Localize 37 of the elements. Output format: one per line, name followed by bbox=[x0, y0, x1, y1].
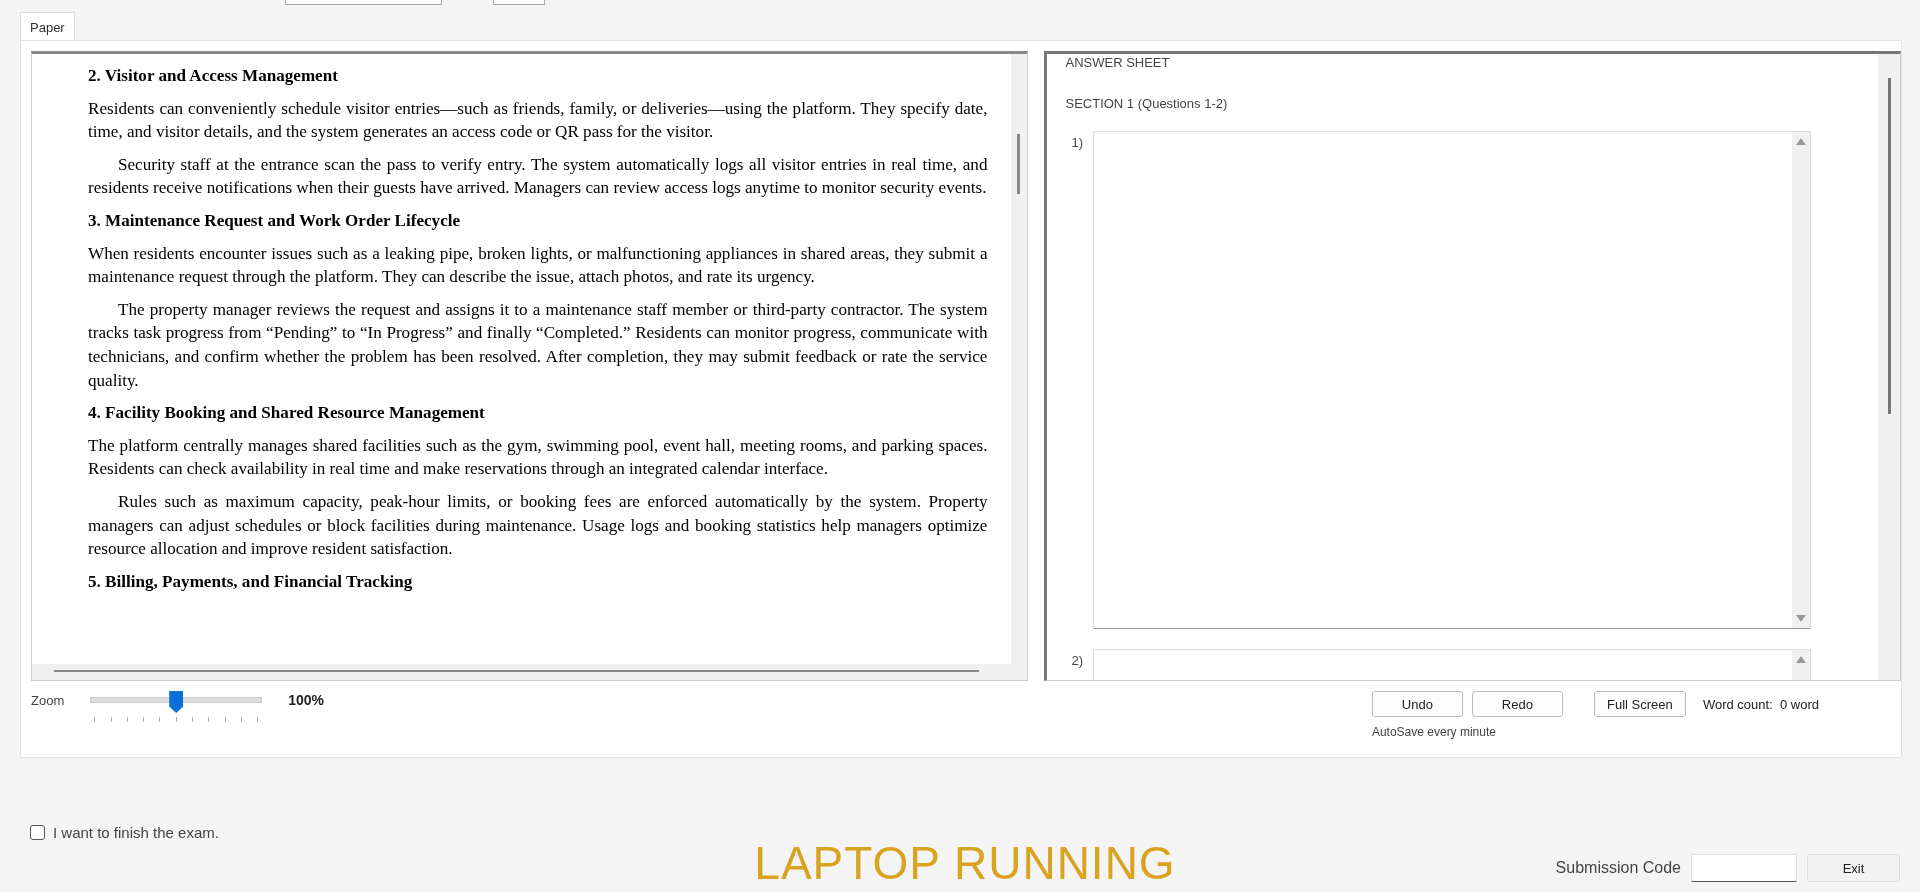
exit-button[interactable]: Exit bbox=[1807, 854, 1900, 882]
autosave-note: AutoSave every minute bbox=[1371, 725, 1497, 739]
answer-sheet-title: ANSWER SHEET bbox=[1065, 55, 1171, 70]
zoom-label: Zoom bbox=[31, 693, 65, 708]
zoom-value: 100% bbox=[288, 692, 325, 708]
question-number: 1) bbox=[1071, 134, 1085, 152]
paragraph: Residents can conveniently schedule visitor entries—such as friends, family, or deliveries—using the platform. They specify date, time, and visitor details, and the system generates an access code or QR pass for the visitor. bbox=[88, 97, 988, 144]
scroll-thumb[interactable] bbox=[1017, 134, 1021, 194]
section-heading: 4. Facility Booking and Shared Resource Management bbox=[88, 402, 486, 425]
section-title: SECTION 1 (Questions 1-2) bbox=[1065, 96, 1229, 111]
word-count: Word count: 0 word bbox=[1702, 696, 1819, 712]
scroll-up-icon[interactable] bbox=[1796, 656, 1807, 663]
horizontal-scrollbar[interactable] bbox=[54, 670, 980, 672]
answer-box[interactable] bbox=[1093, 649, 1812, 680]
slider-thumb[interactable] bbox=[169, 691, 184, 713]
checkbox-label: I want to finish the exam. bbox=[53, 824, 219, 841]
scroll-thumb[interactable] bbox=[1888, 78, 1891, 414]
editor-button[interactable]: Full Screen bbox=[1593, 691, 1686, 717]
section-heading: 5. Billing, Payments, and Financial Tracking bbox=[88, 570, 414, 593]
section-heading: 3. Maintenance Request and Work Order Lifecycle bbox=[88, 209, 462, 232]
paragraph: When residents encounter issues such as a leaking pipe, broken lights, or malfunctioning appliances in shared areas, they submit a maintenance request through the platform. They can describe the issue, attach photos, and rate its urgency. bbox=[88, 242, 988, 289]
scroll-down-icon[interactable] bbox=[1796, 615, 1807, 622]
paragraph: Security staff at the entrance scan the pass to verify entry. The system automatically logs all visitor entries in real time, and residents receive notifications when their guests have arrived. Managers can review access logs anytime to monitor security events. bbox=[88, 153, 988, 200]
submission-code-label: Submission Code bbox=[1555, 859, 1681, 877]
submission-code-field[interactable] bbox=[1691, 854, 1797, 882]
finish-checkbox[interactable] bbox=[30, 825, 45, 840]
editor-button[interactable]: Redo bbox=[1471, 691, 1563, 717]
editor-button[interactable]: Undo bbox=[1371, 691, 1463, 717]
paragraph: Rules such as maximum capacity, peak-hour limits, or booking fees are enforced automatically by the system. Property managers can adjust schedules or block facilities during maintenance. Usage logs and booking statistics help managers optimize resource allocation and improve resident satisfaction. bbox=[88, 490, 988, 561]
paragraph: The platform centrally manages shared facilities such as the gym, swimming pool, event hall, meeting rooms, and parking spaces. Residents can check availability in real time and make reservations through an integrated calendar interface. bbox=[88, 434, 988, 481]
status-title: LAPTOP RUNNING bbox=[754, 836, 1176, 890]
question-number: 2) bbox=[1071, 652, 1085, 670]
paper-tab[interactable]: Paper bbox=[20, 12, 75, 40]
zoom-slider[interactable] bbox=[90, 691, 263, 723]
scroll-up-icon[interactable] bbox=[1796, 138, 1807, 145]
paragraph: The property manager reviews the request and assigns it to a maintenance staff member or third-party contractor. The system tracks task progress from “Pending” to “In Progress” and finally “Completed.” Residents can monitor progress, communicate with technicians, and confirm whether the problem has been resolved. After completion, they may submit feedback or rate the service quality. bbox=[88, 298, 988, 392]
section-heading: 2. Visitor and Access Management bbox=[88, 65, 339, 87]
